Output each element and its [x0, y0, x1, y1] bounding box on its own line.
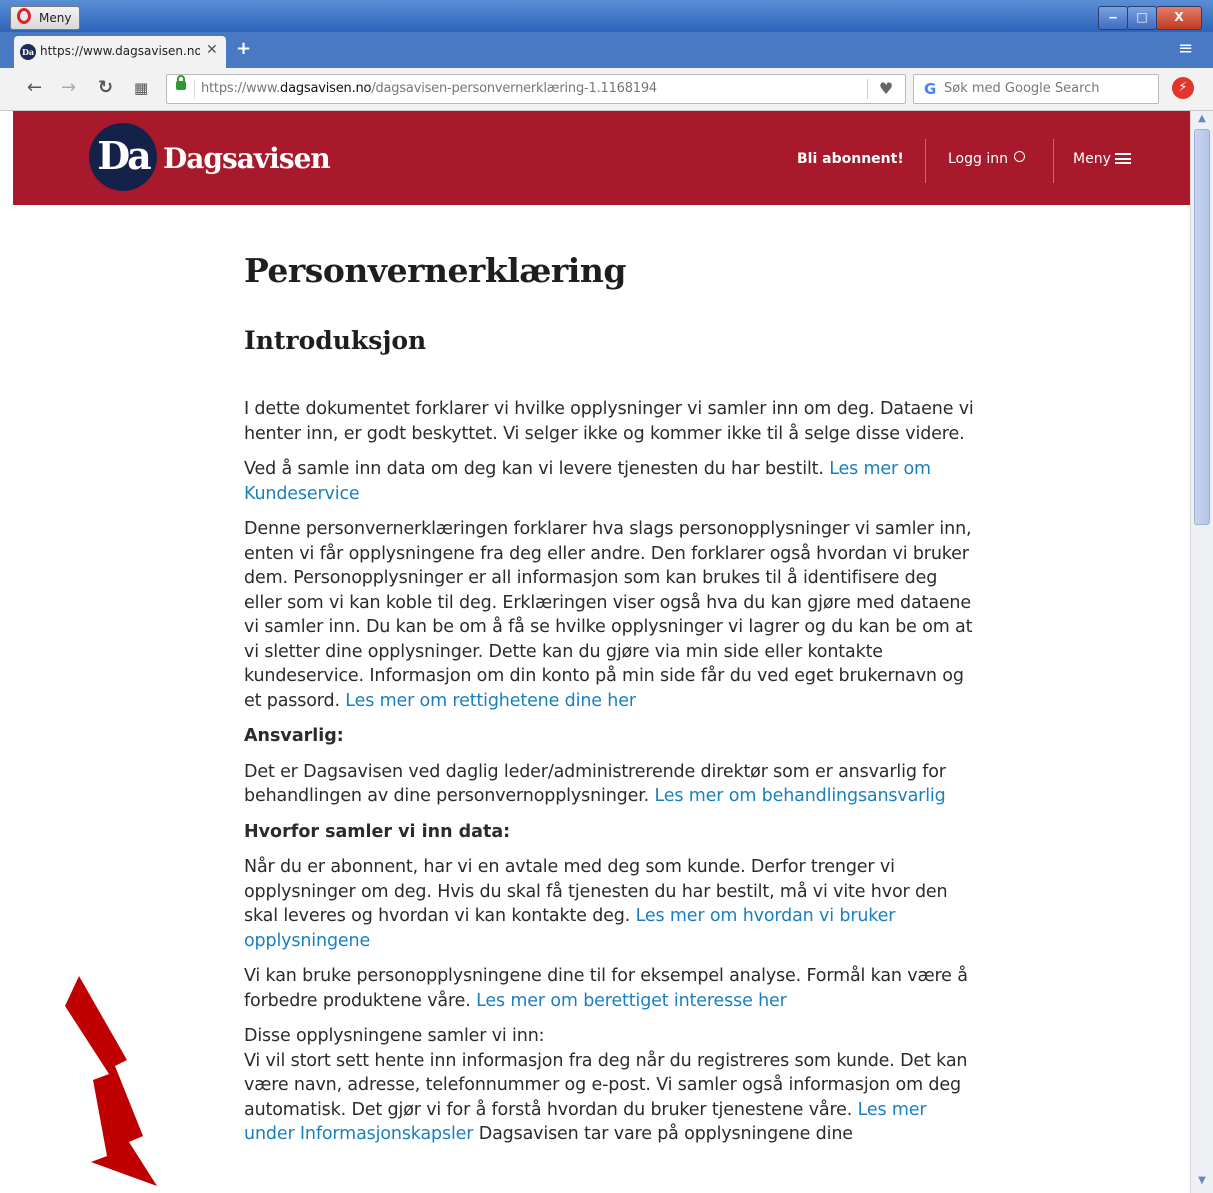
tab-title: https://www.dagsavisen.no/ — [40, 44, 200, 58]
paragraph: Det er Dagsavisen ved daglig leder/admin… — [244, 761, 946, 807]
new-tab-plus-icon[interactable]: + — [236, 38, 251, 59]
tab-close-icon[interactable]: ✕ — [206, 42, 218, 58]
scroll-down-arrow-icon[interactable]: ▼ — [1194, 1175, 1210, 1191]
extension-icon[interactable]: ⚡ — [1172, 77, 1194, 99]
intro-heading: Introduksjon — [244, 326, 427, 355]
tab-strip: Da https://www.dagsavisen.no/ ✕ + ≡ — [0, 32, 1213, 68]
rights-link[interactable]: Les mer om rettighetene dine her — [345, 691, 636, 711]
hamburger-icon — [1114, 153, 1131, 164]
close-window-button[interactable]: X — [1156, 6, 1202, 30]
header-divider — [925, 139, 926, 183]
dagsavisen-favicon-icon: Da — [20, 44, 36, 60]
dagsavisen-logo-mark[interactable]: Da — [89, 123, 157, 191]
legitimate-interest-link[interactable]: Les mer om berettiget interesse her — [476, 991, 787, 1011]
paragraph: Denne personvernerklæringen forklarer hv… — [244, 519, 973, 711]
speed-dial-grid-icon[interactable]: ▦ — [134, 79, 148, 97]
subscribe-link[interactable]: Bli abonnent! — [797, 151, 904, 167]
opera-menu-label: Meny — [39, 11, 72, 25]
login-label: Logg inn — [948, 151, 1008, 167]
google-g-icon: G — [924, 80, 937, 98]
reload-icon[interactable]: ↻ — [98, 77, 113, 98]
url-bar[interactable]: https://www.dagsavisen.no/dagsavisen-per… — [166, 74, 906, 104]
url-separator — [194, 79, 195, 99]
controller-link[interactable]: Les mer om behandlingsansvarlig — [655, 786, 946, 806]
user-icon — [1013, 151, 1025, 162]
header-divider — [1053, 139, 1054, 183]
forward-arrow-icon[interactable]: → — [61, 77, 76, 98]
red-arrow-annotation-icon — [65, 976, 157, 1186]
responsible-heading: Ansvarlig: — [244, 726, 344, 746]
article-body: Personvernerklæring Introduksjon I dette… — [244, 251, 974, 1158]
search-field[interactable]: G Søk med Google Search — [913, 74, 1159, 104]
page-title: Personvernerklæring — [244, 251, 626, 290]
address-toolbar: ← → ↻ ▦ https://www.dagsavisen.no/dagsav… — [0, 68, 1213, 111]
paragraph: Vi vil stort sett hente inn informasjon … — [244, 1050, 968, 1145]
window-titlebar: Meny ‒ □ X — [0, 0, 1213, 32]
paragraph: Vi kan bruke personopplysningene dine ti… — [244, 966, 968, 1011]
opera-menu-button[interactable]: Meny — [10, 6, 81, 30]
scroll-up-arrow-icon[interactable]: ▲ — [1194, 113, 1210, 129]
vertical-scrollbar[interactable]: ▲ ▼ — [1190, 111, 1213, 1193]
search-placeholder: Søk med Google Search — [944, 81, 1100, 96]
heart-bookmark-icon[interactable]: ♥ — [867, 79, 904, 99]
lock-icon — [176, 75, 186, 90]
why-heading: Hvorfor samler vi inn data: — [244, 821, 511, 842]
login-link[interactable]: Logg inn — [948, 151, 1025, 167]
back-arrow-icon[interactable]: ← — [27, 77, 42, 98]
page-viewport: Da Dagsavisen Bli abonnent! Logg inn Men… — [13, 111, 1190, 1193]
opera-logo-icon — [17, 8, 31, 24]
tab-menu-icon[interactable]: ≡ — [1178, 38, 1193, 59]
paragraph: Når du er abonnent, har vi en avtale med… — [244, 857, 948, 951]
tab-dagsavisen[interactable]: Da https://www.dagsavisen.no/ ✕ — [14, 36, 226, 68]
menu-label: Meny — [1073, 151, 1111, 167]
paragraph: Disse opplysningene samler vi inn: — [244, 1026, 545, 1046]
paragraph: I dette dokumentet forklarer vi hvilke o… — [244, 399, 974, 444]
site-header: Da Dagsavisen Bli abonnent! Logg inn Men… — [13, 111, 1190, 205]
maximize-button[interactable]: □ — [1127, 6, 1157, 30]
menu-link[interactable]: Meny — [1073, 151, 1131, 167]
paragraph: Ved å samle inn data om deg kan vi lever… — [244, 459, 931, 504]
url-text: https://www.dagsavisen.no/dagsavisen-per… — [201, 81, 658, 96]
minimize-button[interactable]: ‒ — [1098, 6, 1128, 30]
scroll-thumb[interactable] — [1194, 129, 1210, 525]
dagsavisen-logo-wordmark[interactable]: Dagsavisen — [163, 142, 331, 175]
